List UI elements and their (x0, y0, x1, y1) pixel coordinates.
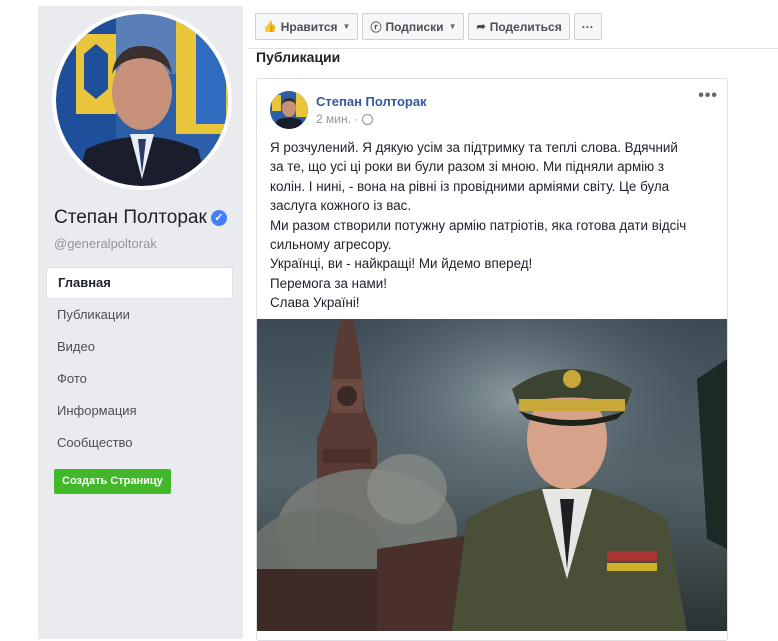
post-author-avatar[interactable] (270, 91, 308, 129)
share-button[interactable]: ➦ Поделиться (468, 13, 570, 40)
nav-item-home[interactable]: Главная (46, 267, 233, 299)
follow-label: Подписки (385, 19, 444, 34)
chevron-down-icon: ▼ (448, 22, 457, 31)
section-title: Публикации (256, 49, 341, 65)
post-text-line: заслуга кожного із вас. (270, 198, 412, 214)
follow-button[interactable]: ⓡ Подписки ▼ (362, 13, 465, 40)
nav-item-posts[interactable]: Публикации (46, 299, 233, 331)
share-arrow-icon: ➦ (476, 21, 486, 33)
post-text-line: Перемога за нами! (270, 275, 387, 291)
thumbs-up-icon: 👍 (263, 21, 277, 33)
post-text-line: Ми разом створили потужну армію патріоті… (270, 217, 687, 233)
nav-item-community[interactable]: Сообщество (46, 427, 233, 459)
post-author-name[interactable]: Степан Полторак (316, 94, 427, 109)
nav-item-about[interactable]: Информация (46, 395, 233, 427)
left-sidebar: Степан Полторак ✓ @generalpoltorak Главн… (38, 6, 243, 639)
rss-icon: ⓡ (370, 21, 382, 34)
create-page-button[interactable]: Создать Страницу (54, 469, 171, 494)
post-text-line: за те, що усі ці роки ви були разом зі м… (270, 159, 665, 175)
post-meta: 2 мин. · (316, 112, 374, 126)
nav-item-videos[interactable]: Видео (46, 331, 233, 363)
post-image[interactable] (257, 319, 727, 631)
globe-icon (362, 113, 374, 125)
post-options-button[interactable]: ••• (698, 87, 718, 105)
like-button[interactable]: 👍 Нравится ▼ (255, 13, 359, 40)
nav-item-photos[interactable]: Фото (46, 363, 233, 395)
post-timestamp[interactable]: 2 мин. · (316, 112, 358, 126)
post-text-line: Слава Україні! (270, 295, 360, 311)
page-name[interactable]: Степан Полторак ✓ (54, 207, 227, 229)
verified-check-icon: ✓ (210, 210, 227, 226)
profile-picture[interactable] (56, 14, 228, 186)
post-card: Степан Полторак 2 мин. · ••• Я розчулени… (256, 78, 728, 641)
share-label: Поделиться (489, 19, 562, 34)
post-text: Я розчулений. Я дякую усім за підтримку … (270, 138, 720, 313)
post-text-line: сильному агресору. (270, 237, 392, 253)
post-text-line: колін. І нині, - вона на рівні із провід… (270, 178, 670, 194)
more-options-button[interactable]: ··· (573, 13, 602, 40)
like-label: Нравится (280, 19, 338, 34)
page-name-text: Степан Полторак (54, 207, 207, 228)
page-handle[interactable]: @generalpoltorak (54, 236, 157, 251)
page-nav: Главная Публикации Видео Фото Информация… (46, 267, 233, 459)
post-text-line: Я розчулений. Я дякую усім за підтримку … (270, 140, 678, 155)
chevron-down-icon: ▼ (342, 22, 351, 31)
page-action-toolbar: 👍 Нравится ▼ ⓡ Подписки ▼ ➦ Поделиться ·… (255, 13, 606, 40)
post-text-line: Українці, ви - найкращі! Ми йдемо вперед… (270, 256, 533, 272)
